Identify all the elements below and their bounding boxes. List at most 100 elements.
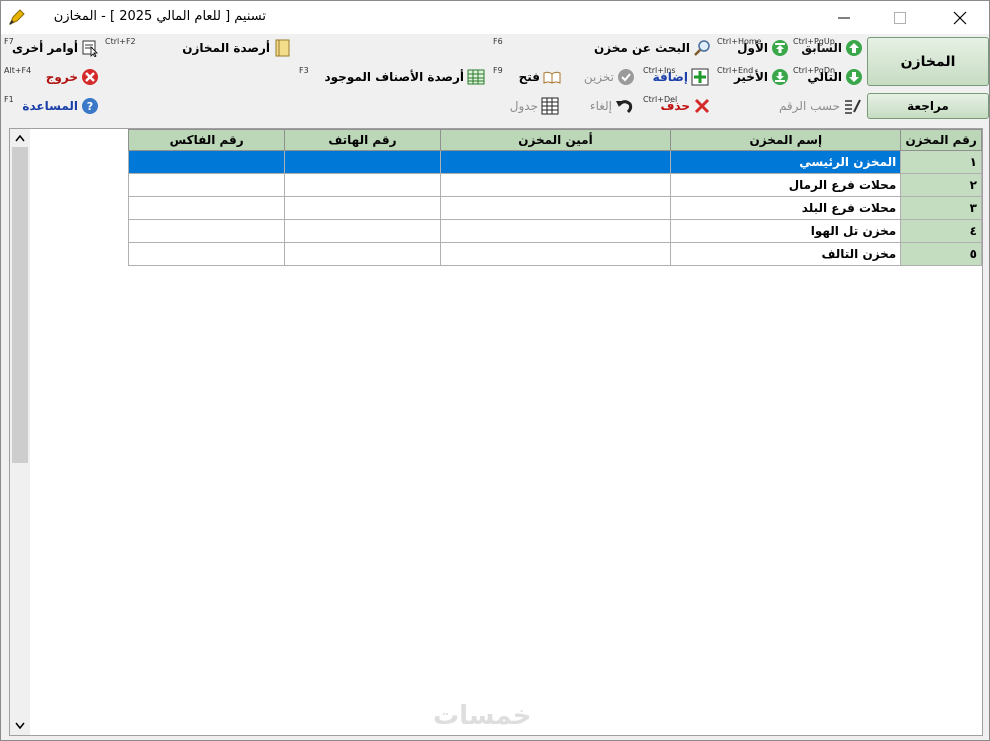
help-label: المساعدة	[22, 99, 78, 113]
help-shortcut: F1	[4, 95, 14, 104]
open-button[interactable]: فتح	[519, 66, 561, 88]
maximize-button[interactable]	[877, 1, 923, 34]
exit-button[interactable]: خروج	[46, 66, 99, 88]
app-pen-icon	[7, 7, 27, 27]
column-header-store-name[interactable]: إسم المخزن	[670, 129, 902, 151]
by-number-label: حسب الرقم	[778, 99, 840, 113]
close-window-button[interactable]	[937, 1, 983, 34]
items-balance-button[interactable]: أرصدة الأصناف الموجود	[325, 66, 486, 88]
search-shortcut: F6	[493, 37, 503, 46]
window-title: تسنيم [ للعام المالي 2025 ] - المخازن	[53, 9, 266, 24]
cell-store-keeper[interactable]	[439, 196, 672, 220]
cell-store-keeper[interactable]	[439, 173, 672, 197]
exit-label: خروج	[45, 70, 78, 84]
cell-store-number[interactable]: ٣	[900, 196, 982, 220]
cancel-button[interactable]: إلغاء	[590, 95, 633, 117]
grid-table-icon	[467, 68, 485, 86]
cell-store-keeper[interactable]	[439, 242, 672, 266]
stores-balances-button[interactable]: أرصدة المخازن	[182, 37, 291, 59]
cell-store-name[interactable]: المخزن الرئيسي	[670, 150, 902, 174]
cell-phone[interactable]	[284, 196, 441, 220]
save-label: تخزين	[583, 70, 614, 84]
toolbar-row-1: السابق Ctrl+PgUp الأول Ctrl+Home البحث ع…	[1, 34, 989, 64]
first-shortcut: Ctrl+Home	[717, 37, 762, 46]
cell-store-keeper[interactable]	[439, 150, 672, 174]
cell-phone[interactable]	[284, 150, 441, 174]
svg-text:?: ?	[87, 100, 93, 113]
stores-button[interactable]: المخازن	[867, 37, 989, 86]
cell-store-name[interactable]: مخزن تل الهوا	[670, 219, 902, 243]
column-header-phone[interactable]: رقم الهاتف	[284, 129, 441, 151]
cell-store-number[interactable]: ٥	[900, 242, 982, 266]
column-header-store-keeper[interactable]: أمين المخزن	[439, 129, 672, 151]
table-row[interactable]: ٢ محلات فرع الرمال	[127, 173, 982, 197]
cell-phone[interactable]	[284, 242, 441, 266]
add-icon	[691, 68, 709, 86]
cell-store-name[interactable]: محلات فرع البلد	[670, 196, 902, 220]
other-commands-label: أوامر أخرى	[12, 41, 78, 55]
close-icon	[953, 11, 967, 24]
close-red-icon	[81, 68, 99, 86]
items-balance-shortcut: F3	[299, 66, 309, 75]
scroll-up-button[interactable]	[10, 129, 30, 147]
table-view-button[interactable]: جدول	[510, 95, 559, 117]
review-button[interactable]: مراجعة	[867, 93, 989, 119]
other-shortcut: F7	[4, 37, 14, 46]
menu-cursor-icon	[81, 39, 99, 57]
table-row[interactable]: ٣ محلات فرع البلد	[127, 196, 982, 220]
scrollbar-thumb[interactable]	[12, 147, 28, 463]
delete-x-icon	[693, 97, 711, 115]
help-icon: ?	[81, 97, 99, 115]
arrow-bottom-green-icon	[771, 68, 789, 86]
cell-phone[interactable]	[284, 219, 441, 243]
items-balance-label: أرصدة الأصناف الموجود	[324, 70, 465, 84]
minimize-icon	[838, 17, 850, 18]
stores-table: رقم المخزن إسم المخزن أمين المخزن رقم ال…	[127, 129, 982, 266]
save-button[interactable]: تخزين	[584, 66, 635, 88]
search-store-label: البحث عن مخزن	[593, 41, 690, 55]
cell-store-keeper[interactable]	[439, 219, 672, 243]
chevron-up-icon	[15, 134, 25, 142]
chevron-down-icon	[15, 722, 25, 730]
table-row[interactable]: ١ المخزن الرئيسي	[127, 150, 982, 174]
help-button[interactable]: ? المساعدة	[22, 95, 99, 117]
delete-shortcut: Ctrl+Del	[643, 95, 678, 104]
search-store-button[interactable]: البحث عن مخزن	[594, 37, 711, 59]
cell-store-number[interactable]: ١	[900, 150, 982, 174]
by-number-button[interactable]: حسب الرقم	[779, 95, 861, 117]
review-button-label: مراجعة	[907, 99, 949, 113]
cell-store-name[interactable]: محلات فرع الرمال	[670, 173, 902, 197]
arrow-top-green-icon	[771, 39, 789, 57]
other-commands-button[interactable]: أوامر أخرى	[12, 37, 99, 59]
cell-fax[interactable]	[127, 219, 286, 243]
arrow-down-green-icon	[845, 68, 863, 86]
watermark: خمسات	[433, 701, 532, 731]
column-header-store-number[interactable]: رقم المخزن	[900, 129, 982, 151]
cell-store-name[interactable]: مخزن التالف	[670, 242, 902, 266]
cell-store-number[interactable]: ٢	[900, 173, 982, 197]
open-shortcut: F9	[493, 66, 503, 75]
table-row[interactable]: ٥ مخزن التالف	[127, 242, 982, 266]
column-header-fax[interactable]: رقم الفاكس	[127, 129, 286, 151]
cell-fax[interactable]	[127, 196, 286, 220]
cell-store-number[interactable]: ٤	[900, 219, 982, 243]
title-bar: تسنيم [ للعام المالي 2025 ] - المخازن	[1, 1, 989, 34]
vertical-scrollbar[interactable]	[10, 129, 30, 735]
cell-fax[interactable]	[127, 150, 286, 174]
stores-grid-panel: رقم المخزن إسم المخزن أمين المخزن رقم ال…	[9, 128, 983, 736]
exit-shortcut: Alt+F4	[4, 66, 32, 75]
cell-phone[interactable]	[284, 173, 441, 197]
scroll-down-button[interactable]	[10, 717, 30, 735]
toolbar-row-2: التالي Ctrl+PgDn الأخير Ctrl+End إضافة C…	[1, 63, 989, 93]
minimize-button[interactable]	[821, 1, 867, 34]
table-row[interactable]: ٤ مخزن تل الهوا	[127, 219, 982, 243]
undo-icon	[615, 97, 633, 115]
open-label: فتح	[518, 70, 540, 84]
last-shortcut: Ctrl+End	[717, 66, 754, 75]
cell-fax[interactable]	[127, 173, 286, 197]
maximize-icon	[894, 11, 906, 24]
app-window: تسنيم [ للعام المالي 2025 ] - المخازن ال…	[0, 0, 990, 741]
cell-fax[interactable]	[127, 242, 286, 266]
stores-balances-label: أرصدة المخازن	[182, 41, 270, 55]
table-view-label: جدول	[509, 99, 538, 113]
